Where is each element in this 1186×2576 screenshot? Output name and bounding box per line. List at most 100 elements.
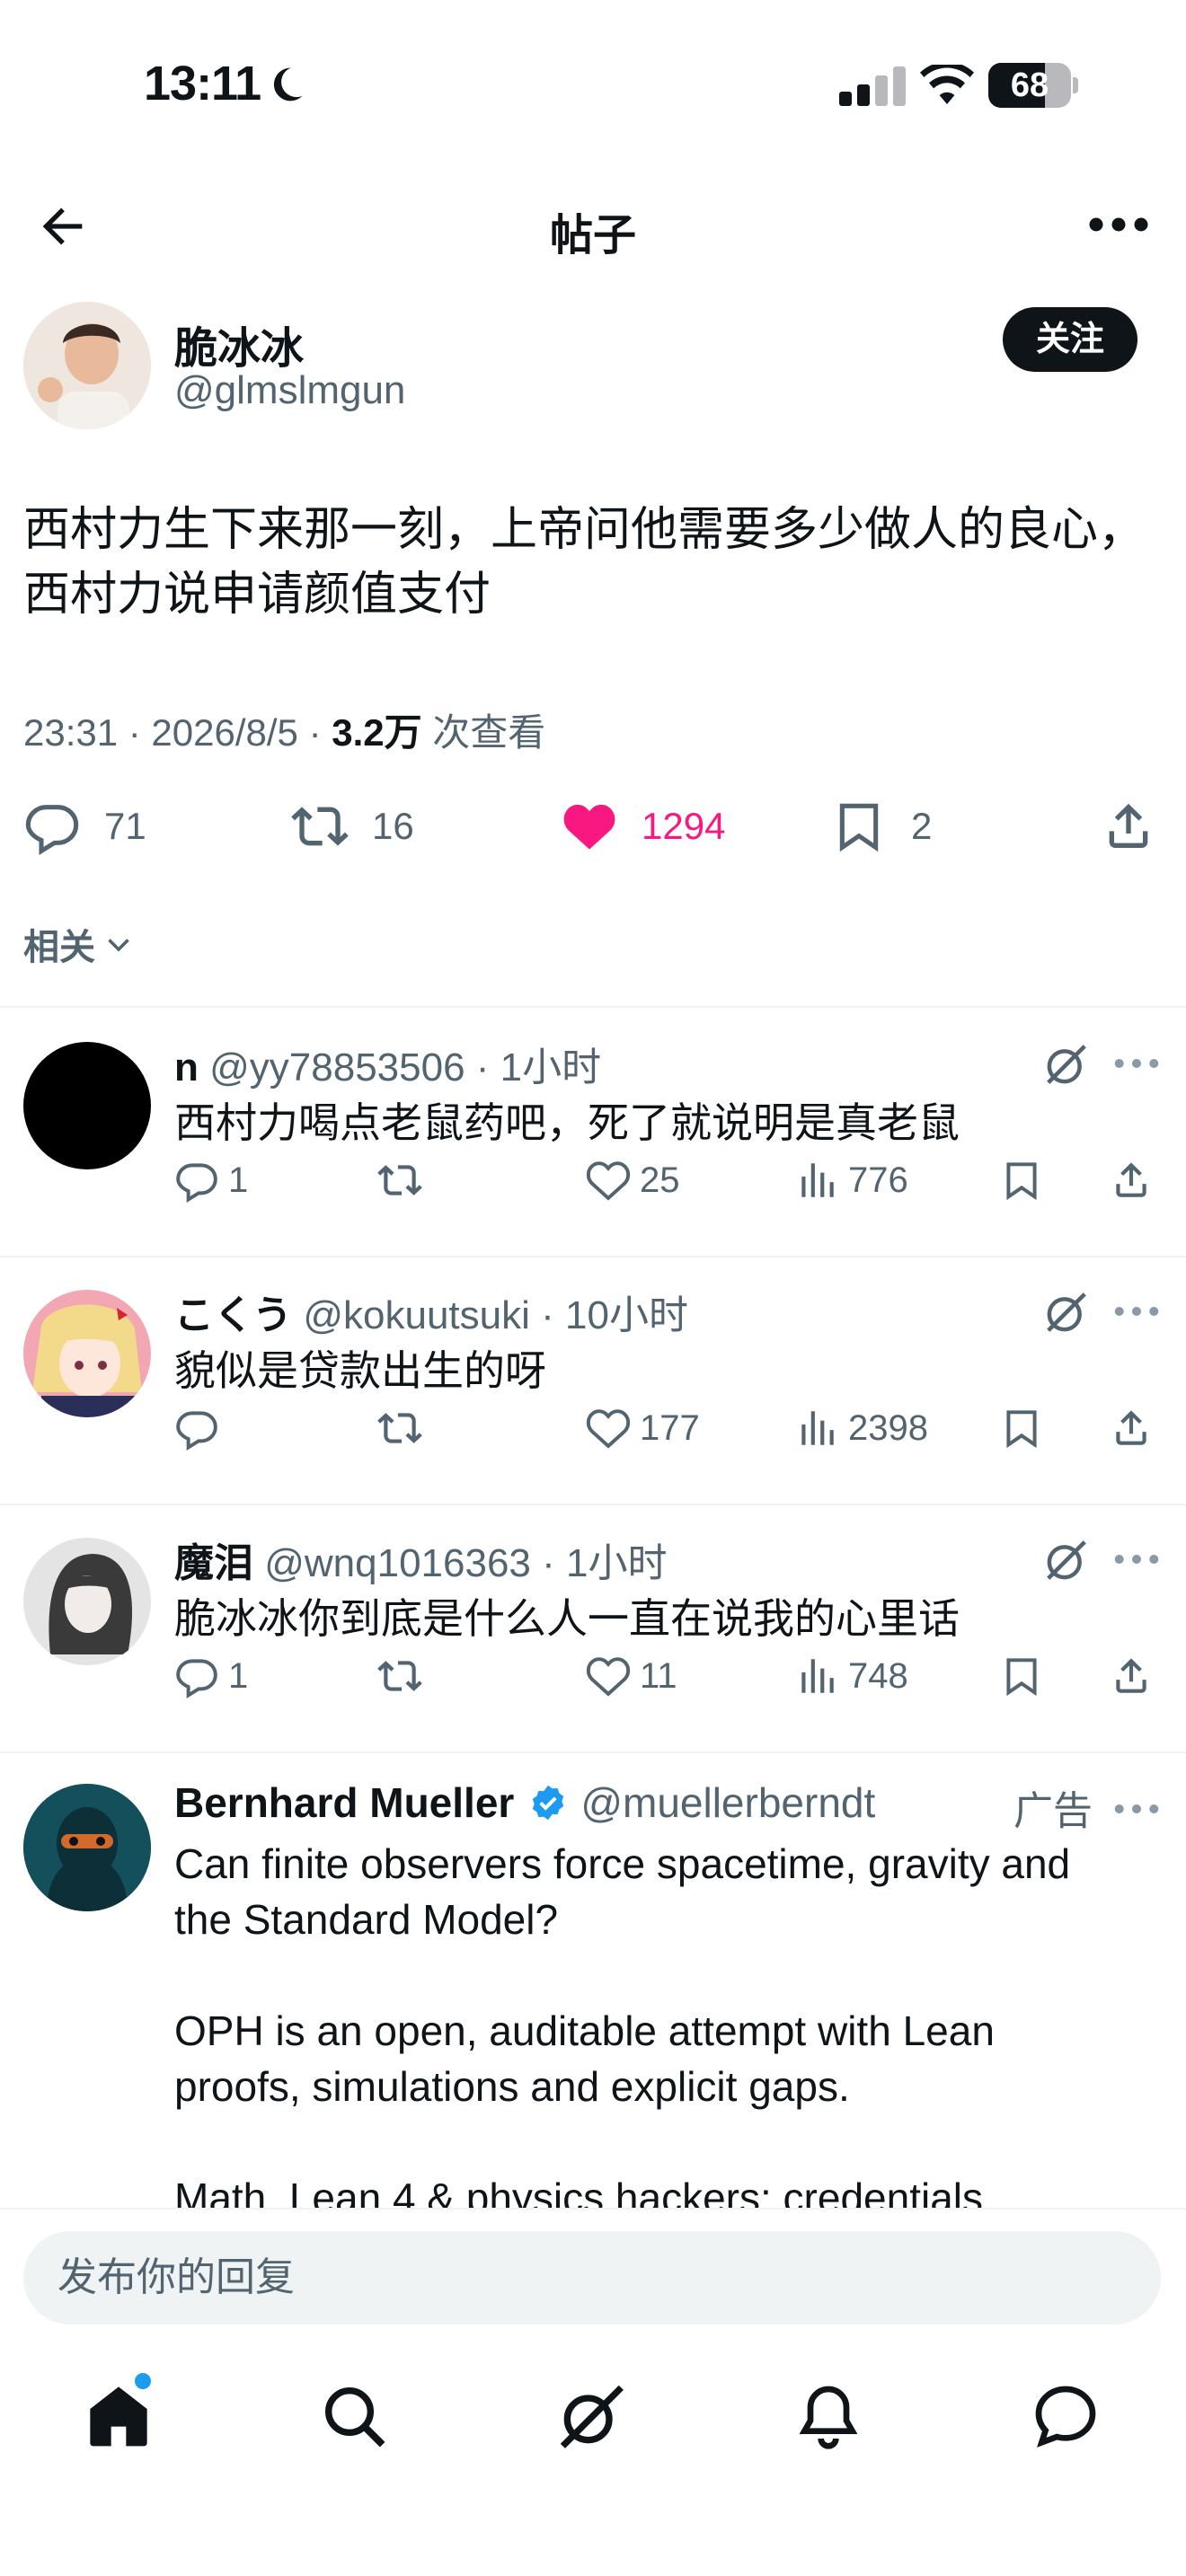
ad-header: Bernhard Mueller @muellerberndt: [174, 1778, 875, 1827]
reply-text: 貌似是贷款出生的呀: [174, 1347, 546, 1394]
views-count: 2398: [848, 1407, 928, 1448]
reply-icon: [176, 1659, 217, 1698]
reply-button[interactable]: [174, 1401, 228, 1455]
reply-bar: [0, 2208, 1186, 2333]
reply-header: 魔泪 @wnq1016363 · 1小时: [174, 1531, 667, 1588]
follow-button[interactable]: 关注: [1003, 307, 1137, 372]
ad-author-name[interactable]: Bernhard Mueller: [174, 1778, 514, 1827]
reply-text: 西村力喝点老鼠药吧，死了就说明是真老鼠: [174, 1099, 960, 1146]
reply-author-name[interactable]: こくう: [174, 1293, 292, 1337]
reply-item[interactable]: 魔泪 @wnq1016363 · 1小时 脆冰冰你到底是什么人一直在说我的心里话…: [0, 1505, 1186, 1753]
more-icon[interactable]: [1112, 1045, 1161, 1081]
messages-icon: [1035, 2386, 1096, 2448]
repost-icon: [377, 1413, 422, 1443]
reply-actions: 177 2398: [0, 1401, 1186, 1455]
ad-handle[interactable]: @muellerberndt: [580, 1778, 875, 1827]
post-actions: 71 16 1294 2: [0, 790, 1186, 862]
author-name[interactable]: 脆冰冰: [174, 313, 304, 375]
page-title: 帖子: [549, 212, 636, 260]
reply-handle-time[interactable]: @yy78853506 · 1小时: [199, 1045, 601, 1090]
more-icon[interactable]: [1112, 1791, 1161, 1827]
grok-icon[interactable]: [1042, 1040, 1091, 1089]
related-dropdown[interactable]: 相关: [23, 918, 135, 970]
bookmark-count: 2: [911, 805, 933, 847]
views-icon: [801, 1163, 834, 1197]
reply-avatar[interactable]: [23, 1042, 151, 1169]
reply-button[interactable]: 71: [23, 790, 146, 862]
bookmark-button[interactable]: [999, 1153, 1053, 1207]
reply-author-name[interactable]: n: [174, 1045, 199, 1090]
bookmark-icon: [1006, 1162, 1037, 1201]
verified-icon: [533, 1785, 564, 1821]
chevron-down-icon: [108, 939, 129, 952]
share-button[interactable]: [1109, 1401, 1163, 1455]
author-avatar[interactable]: [23, 302, 151, 429]
related-label: 相关: [23, 928, 95, 967]
reply-input[interactable]: [23, 2231, 1161, 2325]
views-icon: [801, 1411, 834, 1445]
author-handle[interactable]: @glmslmgun: [174, 368, 405, 413]
ad-avatar[interactable]: [23, 1784, 151, 1911]
bookmark-button[interactable]: 2: [830, 790, 932, 862]
like-button[interactable]: 177: [586, 1401, 700, 1455]
nav-grok[interactable]: [555, 2380, 627, 2452]
nav-messages[interactable]: [1030, 2380, 1102, 2452]
like-button[interactable]: 1294: [561, 790, 725, 862]
notification-dot: [135, 2373, 151, 2389]
status-bar: 13:11 68: [0, 0, 1186, 171]
reply-count: 1: [228, 1160, 249, 1200]
wifi-icon: [920, 65, 974, 104]
status-time: 13:11: [144, 57, 261, 110]
share-button[interactable]: [1109, 1649, 1163, 1703]
repost-icon: [377, 1661, 422, 1691]
reply-handle-time[interactable]: @kokuutsuki · 10小时: [292, 1293, 688, 1337]
nav-search[interactable]: [318, 2380, 390, 2452]
more-icon[interactable]: [1112, 1541, 1161, 1577]
reply-avatar[interactable]: [23, 1290, 151, 1417]
repost-button[interactable]: 16: [291, 790, 414, 862]
reply-author-name[interactable]: 魔泪: [174, 1541, 253, 1585]
reply-handle-time[interactable]: @wnq1016363 · 1小时: [253, 1541, 667, 1585]
like-button[interactable]: 11: [586, 1649, 677, 1703]
views-button[interactable]: 776: [794, 1153, 908, 1207]
views-button[interactable]: 2398: [794, 1401, 928, 1455]
grok-icon: [560, 2385, 624, 2448]
divider: [0, 1006, 1186, 1008]
share-button[interactable]: [1109, 1153, 1163, 1207]
notifications-icon: [799, 2386, 858, 2449]
repost-button[interactable]: [377, 1649, 431, 1703]
reply-item[interactable]: n @yy78853506 · 1小时 西村力喝点老鼠药吧，死了就说明是真老鼠 …: [0, 1010, 1186, 1257]
reply-button[interactable]: 1: [174, 1649, 248, 1703]
views-icon: [801, 1659, 834, 1693]
repost-button[interactable]: [377, 1401, 431, 1455]
more-icon[interactable]: [1087, 198, 1150, 251]
reply-text: 脆冰冰你到底是什么人一直在说我的心里话: [174, 1595, 960, 1642]
ad-post[interactable]: Bernhard Mueller @muellerberndt 广告 Can f…: [0, 1753, 1186, 2211]
bookmark-button[interactable]: [999, 1649, 1053, 1703]
repost-icon: [291, 807, 349, 846]
views-button[interactable]: 748: [794, 1649, 908, 1703]
grok-icon[interactable]: [1042, 1288, 1091, 1337]
like-count: 25: [640, 1160, 680, 1200]
like-count: 1294: [642, 805, 726, 847]
signal-icon: [839, 66, 906, 106]
more-icon[interactable]: [1112, 1293, 1161, 1329]
post-timestamp[interactable]: 23:31 · 2026/8/5 ·: [23, 711, 332, 754]
reply-item[interactable]: こくう @kokuutsuki · 10小时 貌似是贷款出生的呀 177 239…: [0, 1257, 1186, 1505]
reply-count: 71: [104, 805, 146, 847]
share-button[interactable]: [1100, 790, 1181, 862]
reply-header: こくう @kokuutsuki · 10小时: [174, 1283, 688, 1340]
nav-notifications[interactable]: [792, 2380, 864, 2452]
bookmark-button[interactable]: [999, 1401, 1053, 1455]
like-button[interactable]: 25: [586, 1153, 680, 1207]
screen: 13:11 68 帖子 脆冰冰 @glmslmgun 关注 西村力生下来那一刻，…: [0, 0, 1186, 2576]
bookmark-icon: [1006, 1658, 1037, 1697]
views-count: 748: [848, 1655, 908, 1696]
grok-icon[interactable]: [1042, 1536, 1091, 1584]
top-header: 帖子: [0, 171, 1186, 278]
views-count: 776: [848, 1160, 908, 1200]
nav-home[interactable]: [83, 2380, 155, 2452]
reply-avatar[interactable]: [23, 1538, 151, 1665]
repost-button[interactable]: [377, 1153, 431, 1207]
reply-button[interactable]: 1: [174, 1153, 248, 1207]
